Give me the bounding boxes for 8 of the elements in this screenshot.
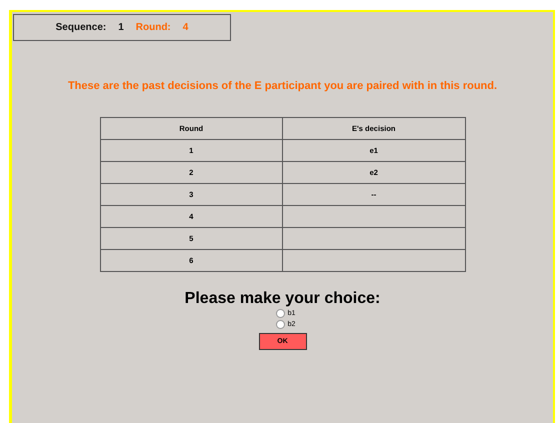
sequence-value: 1	[118, 22, 124, 33]
instruction-text: These are the past decisions of the E participant you are paired with in this round.	[68, 80, 498, 92]
radio-button[interactable]	[276, 309, 285, 318]
round-label: Round:	[136, 22, 171, 33]
sequence-label: Sequence:	[56, 22, 106, 33]
radio-button[interactable]	[276, 320, 285, 329]
choice-prompt: Please make your choice:	[184, 290, 380, 308]
round-value: 4	[182, 22, 188, 33]
